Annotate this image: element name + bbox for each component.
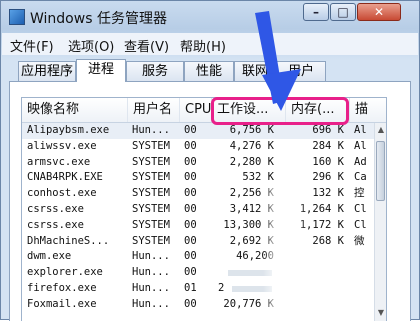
arrow-head-icon: [262, 69, 301, 111]
task-manager-window: Windows 任务管理器 – □ ✕ 文件(F) 选项(O) 查看(V) 帮助…: [0, 0, 420, 321]
arrow-annotation: [255, 11, 301, 111]
